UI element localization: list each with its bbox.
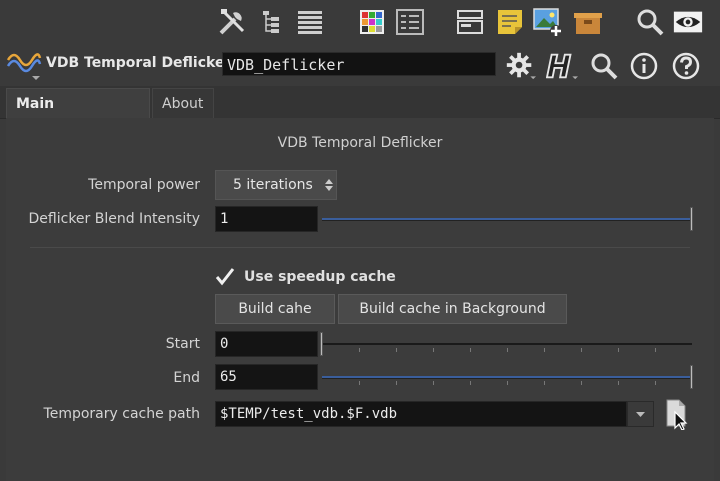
info-icon[interactable]: [628, 50, 660, 82]
package-icon[interactable]: [572, 6, 604, 38]
slider-tick: [655, 381, 656, 385]
image-add-icon[interactable]: [532, 6, 564, 38]
search-icon[interactable]: [634, 6, 666, 38]
slider-tick: [544, 381, 545, 385]
slider-tick: [396, 381, 397, 385]
start-slider-track[interactable]: [322, 343, 692, 345]
slider-tick: [581, 348, 582, 352]
search-parameters-icon[interactable]: [588, 50, 620, 82]
section-title: VDB Temporal Deflicker: [277, 135, 443, 151]
gear-icon[interactable]: [504, 50, 536, 82]
color-grid-icon[interactable]: [356, 6, 388, 38]
slider-tick: [433, 348, 434, 352]
list-view-icon[interactable]: [294, 6, 326, 38]
slider-tick: [507, 348, 508, 352]
end-field[interactable]: 65: [215, 364, 318, 390]
slider-tick: [470, 348, 471, 352]
slider-tick: [655, 348, 656, 352]
slider-tick: [470, 381, 471, 385]
sticky-note-icon[interactable]: [494, 6, 526, 38]
cache-path-dropdown[interactable]: [627, 401, 654, 427]
blend-intensity-slider-knob[interactable]: [690, 207, 693, 231]
file-browse-icon: [666, 399, 688, 431]
end-slider-track[interactable]: [322, 376, 692, 378]
blend-intensity-field[interactable]: 1: [215, 206, 318, 232]
tab-main-parameters[interactable]: Main Parameters: [6, 88, 150, 142]
parameter-grid-icon[interactable]: [394, 6, 426, 38]
slider-tick: [359, 348, 360, 352]
blend-intensity-slider-track[interactable]: [322, 218, 692, 220]
layout-icon[interactable]: [454, 6, 486, 38]
build-cache-button[interactable]: Build cahe: [215, 294, 335, 324]
slider-tick: [618, 348, 619, 352]
dropdown-arrow-icon: [636, 412, 645, 417]
slider-tick: [359, 381, 360, 385]
node-header-bar: VDB Temporal Deflicker VDB_Deflicker: [0, 44, 720, 86]
file-chooser-button[interactable]: [663, 398, 693, 431]
start-slider-ticks: [322, 348, 692, 354]
slider-tick: [396, 348, 397, 352]
slider-tick: [544, 348, 545, 352]
slider-tick: [507, 381, 508, 385]
end-label: End: [173, 370, 200, 386]
node-type-label: VDB Temporal Deflicker: [46, 55, 232, 71]
start-field[interactable]: 0: [215, 331, 318, 357]
eye-icon[interactable]: [672, 6, 704, 38]
end-slider-ticks: [322, 381, 692, 387]
checkmark-icon: [215, 268, 235, 286]
cache-path-field[interactable]: $TEMP/test_vdb.$F.vdb: [215, 401, 627, 427]
separator: [30, 247, 690, 248]
houdini-help-icon[interactable]: [546, 50, 578, 82]
temporal-power-menu[interactable]: 5 iterations: [215, 170, 337, 200]
stepper-arrows-icon: [325, 179, 333, 191]
use-cache-checkbox[interactable]: [215, 267, 235, 287]
tools-icon[interactable]: [216, 6, 248, 38]
node-name-field[interactable]: VDB_Deflicker: [222, 52, 496, 76]
help-icon[interactable]: [670, 50, 702, 82]
blend-intensity-label: Deflicker Blend Intensity: [28, 211, 200, 227]
cache-path-label: Temporary cache path: [43, 406, 200, 422]
slider-tick: [433, 381, 434, 385]
node-type-icon[interactable]: [6, 48, 42, 82]
start-slider-knob[interactable]: [320, 332, 323, 356]
tree-view-icon[interactable]: [256, 6, 288, 38]
temporal-power-label: Temporal power: [88, 177, 200, 193]
temporal-power-value: 5 iterations: [233, 177, 313, 193]
tab-bar: Main Parameters About: [0, 86, 720, 142]
slider-tick: [618, 381, 619, 385]
tab-about[interactable]: About: [152, 88, 214, 118]
end-slider-knob[interactable]: [690, 365, 693, 389]
build-cache-background-button[interactable]: Build cache in Background: [338, 294, 567, 324]
slider-tick: [581, 381, 582, 385]
start-label: Start: [165, 336, 200, 352]
use-cache-label: Use speedup cache: [244, 269, 396, 285]
top-toolbar: [0, 0, 720, 44]
